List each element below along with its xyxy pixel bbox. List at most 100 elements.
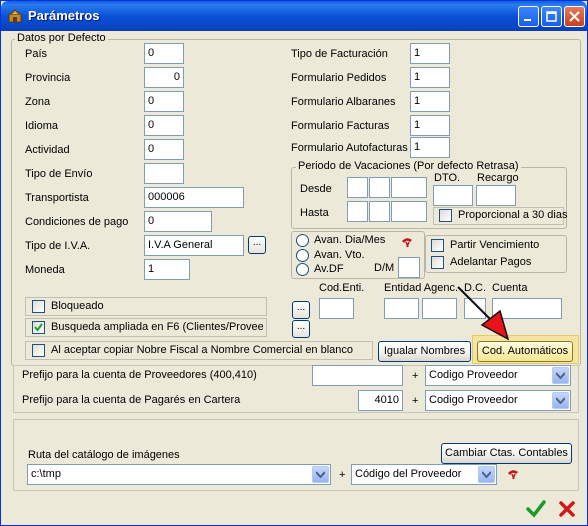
tipo-facturacion-input[interactable]: 1 <box>410 43 450 64</box>
proporcional-label: Proporcional a 30 dias <box>458 209 568 221</box>
tipo-envio-label: Tipo de Envío <box>25 168 93 180</box>
proporcional-checkbox[interactable] <box>439 209 452 222</box>
av-df-label: Av.DF <box>314 263 344 275</box>
title-bar[interactable]: Parámetros <box>1 1 587 31</box>
chevron-down-icon[interactable] <box>552 392 569 409</box>
condiciones-pago-input[interactable]: 0 <box>144 211 212 232</box>
formulario-autofacturas-label: Formulario Autofacturas <box>291 142 408 154</box>
minimize-button[interactable] <box>518 6 539 27</box>
minimize-icon <box>524 19 531 21</box>
hasta-year-input[interactable] <box>391 201 427 222</box>
bank-browse-button-1[interactable]: ... <box>292 301 310 319</box>
prefijo-pagares-combo[interactable]: Codigo Proveedor <box>425 390 571 411</box>
hasta-label: Hasta <box>300 207 329 219</box>
avan-dia-mes-radio[interactable] <box>296 234 309 247</box>
avan-vto-radio[interactable] <box>296 249 309 262</box>
adelantar-pagos-checkbox[interactable] <box>431 256 444 269</box>
prefijo-pagares-input[interactable]: 4010 <box>358 390 403 411</box>
close-icon <box>569 11 580 22</box>
avan-dia-mes-label: Avan. Dia/Mes <box>314 234 386 246</box>
formulario-albaranes-input[interactable]: 1 <box>410 91 450 112</box>
formulario-facturas-input[interactable]: 1 <box>410 115 450 136</box>
plus-label-1: + <box>412 370 419 382</box>
entidad-input[interactable] <box>384 298 419 319</box>
prefijo-proveedores-combo[interactable]: Codigo Proveedor <box>425 365 571 386</box>
idioma-input[interactable]: 0 <box>144 115 184 136</box>
combo-value: Codigo Proveedor <box>429 394 518 406</box>
aceptar-copiar-checkbox[interactable] <box>32 344 45 357</box>
accept-check-icon[interactable] <box>526 499 546 519</box>
recargo-input[interactable] <box>476 185 516 206</box>
prefijo-pagares-label: Prefijo para la cuenta de Pagarés en Car… <box>22 394 241 406</box>
ruta-label: Ruta del catálogo de imágenes <box>28 449 180 461</box>
maximize-button[interactable] <box>541 6 562 27</box>
dto-label: DTO. <box>434 172 461 184</box>
adelantar-pagos-label: Adelantar Pagos <box>450 256 532 268</box>
formulario-facturas-label: Formulario Facturas <box>291 120 390 132</box>
pais-label: País <box>25 48 48 60</box>
cambiar-ctas-button[interactable]: Cambiar Ctas. Contables <box>441 443 572 464</box>
entidad-agenc-label: Entidad Agenc. <box>384 282 459 294</box>
tipo-iva-input[interactable]: I.V.A General <box>144 235 244 256</box>
magic-wand-icon[interactable] <box>400 236 414 248</box>
prefijo-proveedores-label: Prefijo para la cuenta de Proveedores (4… <box>22 369 257 381</box>
plus-label-3: + <box>339 469 346 481</box>
ruta-combo[interactable]: c:\tmp <box>27 464 331 485</box>
formulario-albaranes-label: Formulario Albaranes <box>291 96 396 108</box>
actividad-input[interactable]: 0 <box>144 139 184 160</box>
transportista-input[interactable]: 000006 <box>144 187 244 208</box>
dto-input[interactable] <box>433 185 473 206</box>
bank-browse-button-2[interactable]: ... <box>292 320 310 338</box>
pais-input[interactable]: 0 <box>144 43 184 64</box>
aceptar-copiar-label: Al aceptar copiar Nobre Fiscal a Nombre … <box>51 344 354 356</box>
provincia-input[interactable]: 0 <box>144 67 184 88</box>
pointer-arrow-icon <box>457 286 510 341</box>
combo-value: Código del Proveedor <box>355 468 462 480</box>
chevron-down-icon[interactable] <box>312 466 329 483</box>
bloqueado-checkbox[interactable] <box>32 300 45 313</box>
partir-vencimiento-checkbox[interactable] <box>431 239 444 252</box>
close-button[interactable] <box>564 6 585 27</box>
chevron-down-icon[interactable] <box>552 367 569 384</box>
igualar-nombres-button[interactable]: Igualar Nombres <box>378 341 471 362</box>
formulario-pedidos-input[interactable]: 1 <box>410 67 450 88</box>
formulario-pedidos-label: Formulario Pedidos <box>291 72 387 84</box>
magic-wand-icon[interactable] <box>506 468 520 480</box>
partir-vencimiento-label: Partir Vencimiento <box>450 239 540 251</box>
cod-automaticos-button[interactable]: Cod. Automáticos <box>477 341 573 362</box>
cancel-x-icon[interactable] <box>558 500 576 518</box>
ruta-value: c:\tmp <box>31 468 61 480</box>
agencia-input[interactable] <box>422 298 457 319</box>
checkmark-icon <box>34 323 43 332</box>
hasta-month-input[interactable] <box>369 201 390 222</box>
recargo-label: Recargo <box>477 172 519 184</box>
moneda-label: Moneda <box>25 264 65 276</box>
formulario-autofacturas-input[interactable]: 1 <box>410 137 450 158</box>
tipo-facturacion-label: Tipo de Facturación <box>291 48 388 60</box>
desde-year-input[interactable] <box>391 177 427 198</box>
desde-label: Desde <box>300 183 332 195</box>
dm-input[interactable] <box>398 257 420 278</box>
condiciones-pago-label: Condiciones de pago <box>25 216 129 228</box>
busqueda-ampliada-checkbox[interactable] <box>32 321 45 334</box>
defaults-group-label: Datos por Defecto <box>15 32 108 44</box>
dm-label: D/M <box>374 262 395 274</box>
zona-input[interactable]: 0 <box>144 91 184 112</box>
prefijo-proveedores-input[interactable] <box>312 365 403 386</box>
tipo-iva-browse-button[interactable]: ... <box>248 236 266 254</box>
provincia-label: Provincia <box>25 72 71 84</box>
desde-month-input[interactable] <box>369 177 390 198</box>
av-df-radio[interactable] <box>296 263 309 276</box>
bloqueado-label: Bloqueado <box>51 300 104 312</box>
cod-enti-input[interactable] <box>319 298 354 319</box>
moneda-input[interactable]: 1 <box>144 259 190 280</box>
ruta-codigo-combo[interactable]: Código del Proveedor <box>351 464 497 485</box>
maximize-icon <box>546 11 557 22</box>
tipo-envio-input[interactable] <box>144 163 184 184</box>
desde-day-input[interactable] <box>347 177 368 198</box>
chevron-down-icon[interactable] <box>478 466 495 483</box>
parametros-window: Parámetros Datos por Defecto País 0 Prov… <box>0 0 588 526</box>
hasta-day-input[interactable] <box>347 201 368 222</box>
avan-vto-label: Avan. Vto. <box>314 249 365 261</box>
app-icon <box>8 9 22 23</box>
